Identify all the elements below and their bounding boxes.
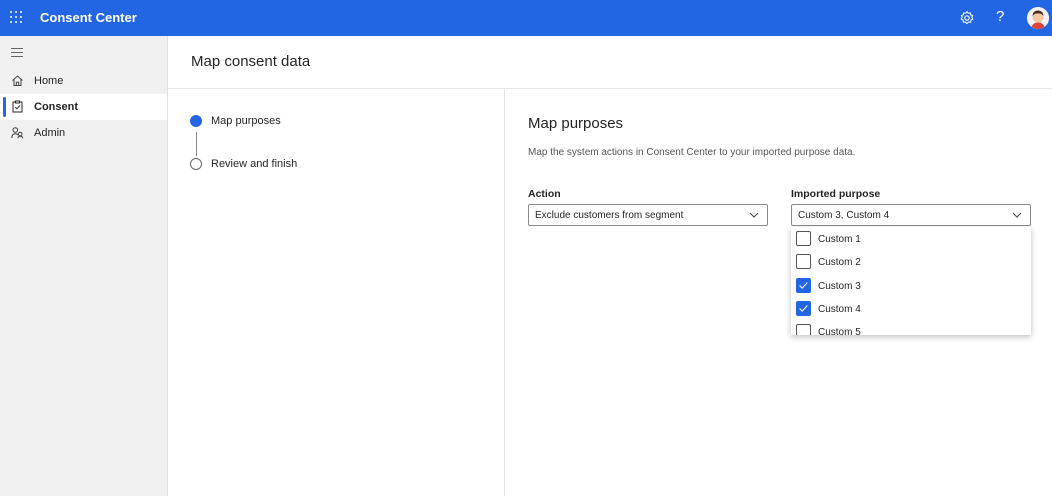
- panel-divider: [504, 89, 505, 496]
- step-pending-dot-icon: [190, 158, 202, 170]
- checkbox[interactable]: [796, 324, 811, 335]
- avatar[interactable]: [1027, 7, 1049, 29]
- option-custom-5[interactable]: Custom 5: [791, 321, 1031, 335]
- step-label: Map purposes: [211, 115, 281, 127]
- panel-title: Map purposes: [528, 115, 624, 132]
- avatar-face-icon: [1027, 7, 1049, 29]
- imported-purpose-dropdown[interactable]: Custom 1 Custom 2 Custom 3 Custom 4 Cust…: [791, 227, 1031, 335]
- checkbox[interactable]: [796, 231, 811, 246]
- chevron-down-icon: [1012, 212, 1022, 218]
- header-divider: [168, 88, 1052, 89]
- action-select-value: Exclude customers from segment: [535, 210, 684, 221]
- checkbox[interactable]: [796, 254, 811, 269]
- action-select[interactable]: Exclude customers from segment: [528, 204, 768, 226]
- left-nav: Home Consent Admin: [0, 36, 168, 496]
- checkbox-checked[interactable]: [796, 278, 811, 293]
- imported-purpose-label: Imported purpose: [791, 188, 881, 200]
- main-content: Map consent data Map purposes Review and…: [168, 36, 1052, 496]
- sidebar-item-label: Admin: [34, 127, 66, 139]
- option-label: Custom 1: [818, 234, 861, 245]
- clipboard-check-icon: [12, 100, 23, 113]
- option-label: Custom 3: [818, 281, 861, 292]
- option-label: Custom 4: [818, 304, 861, 315]
- sidebar-item-admin[interactable]: Admin: [0, 120, 167, 146]
- option-custom-1[interactable]: Custom 1: [791, 228, 1031, 251]
- checkbox-checked[interactable]: [796, 301, 811, 316]
- checkmark-icon: [799, 282, 808, 289]
- help-icon[interactable]: ?: [996, 8, 1004, 25]
- app-launcher-icon[interactable]: [10, 11, 24, 25]
- home-icon: [12, 75, 23, 86]
- hamburger-menu-icon[interactable]: [11, 48, 23, 58]
- option-custom-2[interactable]: Custom 2: [791, 251, 1031, 274]
- settings-gear-icon[interactable]: [959, 10, 975, 26]
- step-connector: [196, 132, 197, 156]
- chevron-down-icon: [749, 212, 759, 218]
- panel-description: Map the system actions in Consent Center…: [528, 147, 856, 158]
- step-current-dot-icon: [190, 115, 202, 127]
- active-indicator: [3, 97, 6, 117]
- sidebar-item-home[interactable]: Home: [0, 68, 167, 94]
- action-label: Action: [528, 188, 561, 200]
- option-label: Custom 2: [818, 257, 861, 268]
- imported-purpose-select[interactable]: Custom 3, Custom 4: [791, 204, 1031, 226]
- sidebar-item-label: Consent: [34, 101, 78, 113]
- people-icon: [11, 127, 24, 139]
- page-title: Map consent data: [191, 53, 311, 70]
- top-bar: Consent Center ?: [0, 0, 1052, 36]
- app-title[interactable]: Consent Center: [40, 10, 137, 25]
- option-custom-3[interactable]: Custom 3: [791, 275, 1031, 298]
- checkmark-icon: [799, 305, 808, 312]
- imported-purpose-value: Custom 3, Custom 4: [798, 210, 890, 221]
- step-label: Review and finish: [211, 158, 298, 170]
- option-label: Custom 5: [818, 327, 861, 335]
- sidebar-item-consent[interactable]: Consent: [0, 94, 167, 120]
- option-custom-4[interactable]: Custom 4: [791, 298, 1031, 321]
- sidebar-item-label: Home: [34, 75, 64, 87]
